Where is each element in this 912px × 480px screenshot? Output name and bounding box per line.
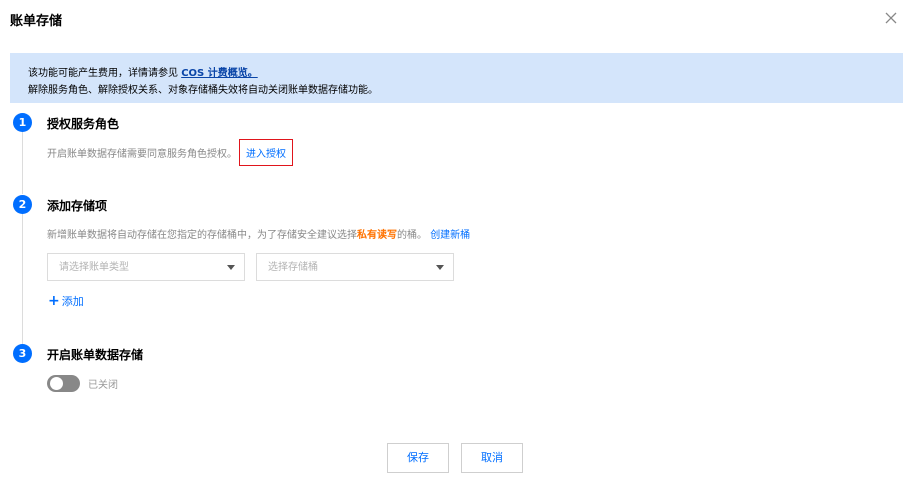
- add-storage-item-button[interactable]: + 添加: [48, 293, 84, 309]
- toggle-state-label: 已关闭: [88, 380, 118, 391]
- step-desc-suffix: 的桶。: [397, 230, 427, 241]
- dialog-title: 账单存储: [10, 14, 63, 29]
- step-title-authorize: 授权服务角色: [47, 117, 120, 131]
- step-connector-2: [22, 213, 23, 344]
- step-desc-authorize: 开启账单数据存储需要同意服务角色授权。 进入授权: [47, 139, 293, 166]
- notice-line-2: 解除服务角色、解除授权关系、对象存储桶失效将自动关闭账单数据存储功能。: [28, 85, 378, 96]
- notice-line-1: 该功能可能产生费用，详情请参见 COS 计费概览。: [28, 66, 903, 82]
- notice-banner: 该功能可能产生费用，详情请参见 COS 计费概览。 解除服务角色、解除授权关系、…: [10, 53, 903, 103]
- bucket-select[interactable]: 选择存储桶: [256, 253, 454, 281]
- bill-type-placeholder: 请选择账单类型: [59, 262, 129, 273]
- chevron-down-icon: [436, 265, 444, 270]
- notice-text: 该功能可能产生费用，详情请参见: [28, 68, 182, 79]
- chevron-down-icon: [227, 265, 235, 270]
- add-label: 添加: [61, 295, 84, 308]
- private-rw-highlight: 私有读写: [357, 230, 397, 241]
- toggle-knob: [50, 377, 63, 390]
- step-connector-1: [22, 132, 23, 194]
- step-desc-text: 新增账单数据将自动存储在您指定的存储桶中，为了存储安全建议选择: [47, 230, 357, 241]
- create-bucket-link[interactable]: 创建新桶: [430, 230, 470, 241]
- cancel-button[interactable]: 取消: [461, 443, 523, 473]
- step-title-enable-storage: 开启账单数据存储: [47, 348, 144, 362]
- plus-icon: +: [48, 293, 60, 309]
- bill-type-select[interactable]: 请选择账单类型: [47, 253, 245, 281]
- step-number-3: 3: [13, 344, 32, 363]
- bucket-placeholder: 选择存储桶: [268, 262, 318, 273]
- step-number-1: 1: [13, 113, 32, 132]
- cos-pricing-link[interactable]: COS 计费概览。: [181, 68, 258, 79]
- enable-storage-toggle[interactable]: [47, 375, 80, 392]
- enter-authorization-link[interactable]: 进入授权: [239, 139, 293, 166]
- close-icon[interactable]: [883, 10, 899, 26]
- step-number-2: 2: [13, 195, 32, 214]
- step-title-add-storage: 添加存储项: [47, 199, 108, 213]
- step-desc-text: 开启账单数据存储需要同意服务角色授权。: [47, 149, 237, 160]
- step-desc-add-storage: 新增账单数据将自动存储在您指定的存储桶中，为了存储安全建议选择私有读写的桶。 创…: [47, 226, 470, 241]
- save-button[interactable]: 保存: [387, 443, 449, 473]
